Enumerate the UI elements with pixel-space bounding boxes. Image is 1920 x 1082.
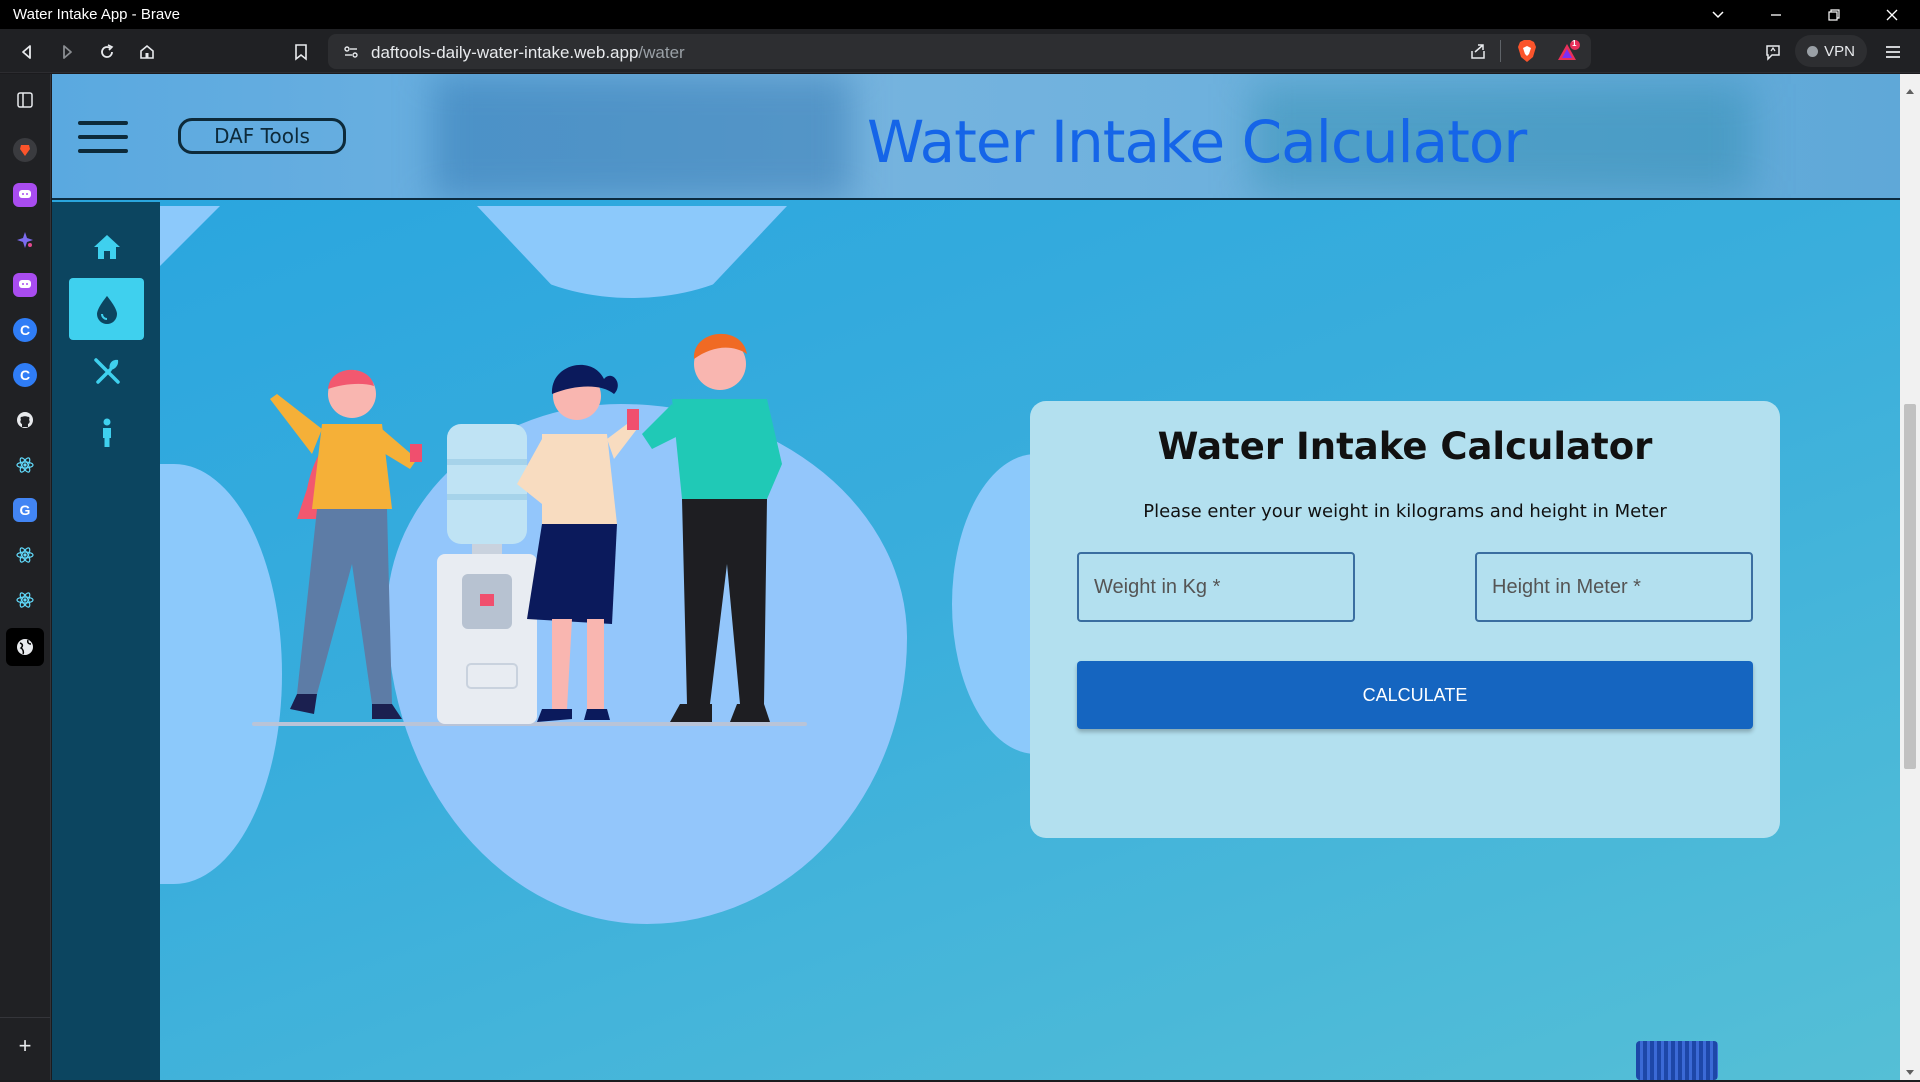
window-titlebar: Water Intake App - Brave	[0, 0, 1920, 29]
window-title: Water Intake App - Brave	[13, 6, 181, 23]
browser-toolbar: daftools-daily-water-intake.web.app/wate…	[0, 29, 1920, 73]
header-backdrop	[432, 74, 852, 198]
vpn-label: VPN	[1824, 42, 1855, 60]
brand-logo[interactable]: DAF Tools	[178, 118, 346, 154]
loading-indicator	[1636, 1041, 1718, 1080]
page-scrollbar[interactable]	[1900, 74, 1920, 1080]
tab-search-icon[interactable]	[1690, 0, 1746, 29]
url-text: daftools-daily-water-intake.web.app/wate…	[371, 43, 685, 63]
site-info-icon[interactable]	[342, 43, 360, 66]
react-icon-3[interactable]	[13, 588, 37, 612]
sidebar-divider	[0, 1017, 51, 1018]
nav-person-icon[interactable]	[69, 402, 144, 464]
minimize-icon[interactable]	[1748, 0, 1804, 29]
forward-icon[interactable]	[52, 37, 82, 67]
restore-icon[interactable]	[1806, 0, 1862, 29]
card-instructions: Please enter your weight in kilograms an…	[1143, 501, 1667, 522]
browser-sidebar: C C G +	[0, 74, 51, 1080]
water-cooler-illustration	[252, 333, 807, 726]
scroll-thumb[interactable]	[1904, 404, 1916, 769]
globe-app-icon[interactable]	[6, 628, 44, 666]
calculator-card: Water Intake Calculator Please enter you…	[1030, 401, 1780, 838]
weight-input[interactable]	[1077, 552, 1355, 622]
chat-app-icon-2[interactable]	[13, 273, 37, 297]
scroll-down-icon[interactable]	[1905, 1064, 1915, 1082]
nav-home-icon[interactable]	[69, 216, 144, 278]
copilot-app-icon[interactable]: C	[13, 318, 37, 342]
vpn-status-icon	[1807, 45, 1819, 57]
menu-icon[interactable]	[1878, 37, 1908, 67]
page-viewport: DAF Tools Water Intake Calculator Water …	[52, 74, 1900, 1080]
brave-rewards-icon[interactable]: 1	[1556, 39, 1582, 69]
github-icon[interactable]	[13, 408, 37, 432]
home-icon[interactable]	[132, 37, 162, 67]
bg-blob-top-left	[160, 206, 220, 266]
sparkle-app-icon[interactable]	[13, 228, 37, 252]
copilot-app-icon-2[interactable]: C	[13, 363, 37, 387]
url-path: /water	[638, 43, 685, 62]
page-title: Water Intake Calculator	[867, 108, 1527, 176]
share-icon[interactable]	[1468, 42, 1488, 67]
react-icon[interactable]	[13, 453, 37, 477]
address-bar[interactable]: daftools-daily-water-intake.web.app/wate…	[328, 34, 1591, 69]
nav-water-icon[interactable]	[69, 278, 144, 340]
translate-icon[interactable]: G	[13, 498, 37, 522]
vpn-button[interactable]: VPN	[1795, 35, 1867, 67]
add-panel-icon[interactable]: +	[13, 1033, 37, 1058]
leo-ai-icon[interactable]	[1758, 37, 1788, 67]
rewards-badge: 1	[1572, 39, 1577, 48]
bg-blob-top	[477, 206, 787, 298]
calculate-button[interactable]: CALCULATE	[1077, 661, 1753, 729]
height-input[interactable]	[1475, 552, 1753, 622]
url-divider	[1500, 40, 1501, 62]
bookmark-icon[interactable]	[286, 37, 316, 67]
react-icon-2[interactable]	[13, 543, 37, 567]
sidebar-toggle-icon[interactable]	[13, 88, 37, 112]
app-sidebar	[52, 202, 160, 1080]
hamburger-menu-icon[interactable]	[78, 121, 128, 155]
scroll-up-icon[interactable]	[1905, 82, 1915, 100]
brave-shields-icon[interactable]	[1516, 39, 1538, 68]
close-icon[interactable]	[1864, 0, 1920, 29]
card-title: Water Intake Calculator	[1157, 425, 1653, 468]
app-header: DAF Tools Water Intake Calculator	[52, 74, 1900, 200]
brave-shield-app-icon[interactable]	[13, 138, 37, 162]
chat-app-icon[interactable]	[13, 183, 37, 207]
reload-icon[interactable]	[92, 37, 122, 67]
back-icon[interactable]	[12, 37, 42, 67]
nav-food-icon[interactable]	[69, 340, 144, 402]
url-host: daftools-daily-water-intake.web.app	[371, 43, 639, 62]
